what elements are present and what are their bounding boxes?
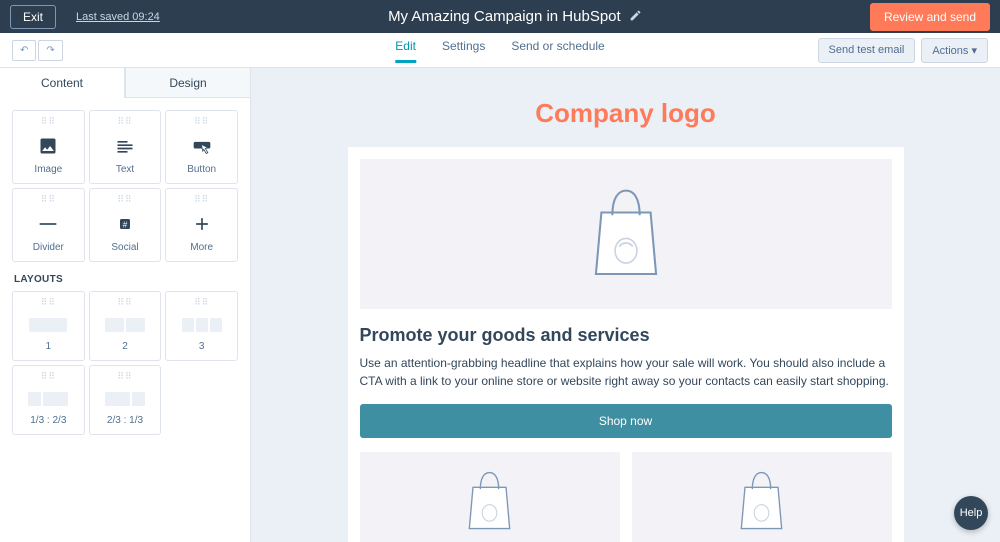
layout-label: 1 <box>46 341 52 352</box>
email-preview: Company logo Promote your goods and serv… <box>348 98 904 542</box>
image-placeholder-right[interactable] <box>632 452 892 542</box>
undo-redo-group: ↶ ↷ <box>12 40 63 61</box>
exit-button[interactable]: Exit <box>10 5 56 29</box>
drag-handle-icon: ⠿⠿ <box>194 194 209 205</box>
layout-preview <box>105 382 145 415</box>
review-send-button[interactable]: Review and send <box>870 3 990 31</box>
block-divider[interactable]: ⠿⠿ Divider <box>12 188 85 262</box>
drag-handle-icon: ⠿⠿ <box>41 297 56 308</box>
right-actions: Send test email Actions ▾ <box>818 38 988 63</box>
campaign-title: My Amazing Campaign in HubSpot <box>388 8 621 25</box>
layout-block-3[interactable]: ⠿⠿ 3 <box>165 291 238 361</box>
layouts-heading: LAYOUTS <box>14 274 238 285</box>
layout-block-2-3---1-3[interactable]: ⠿⠿ 2/3 : 1/3 <box>89 365 162 435</box>
drag-handle-icon: ⠿⠿ <box>41 371 56 382</box>
block-image[interactable]: ⠿⠿ Image <box>12 110 85 184</box>
tab-edit[interactable]: Edit <box>395 39 416 63</box>
shopping-bag-icon <box>734 466 789 539</box>
drag-handle-icon: ⠿⠿ <box>117 194 132 205</box>
block-label: Divider <box>33 242 64 253</box>
block-label: More <box>190 242 213 253</box>
divider-icon <box>37 205 59 242</box>
layouts-grid: ⠿⠿ 1 ⠿⠿ 2 ⠿⠿ 3 ⠿⠿ 1/3 : 2/3 ⠿⠿ 2/3 : 1/3 <box>12 291 238 435</box>
help-button[interactable]: Help <box>954 496 988 530</box>
sidebar-panel: ⠿⠿ Image ⠿⠿ Text ⠿⠿ Button ⠿⠿ Di <box>0 98 250 447</box>
block-label: Image <box>34 164 62 175</box>
canvas[interactable]: Company logo Promote your goods and serv… <box>251 68 1000 542</box>
drag-handle-icon: ⠿⠿ <box>41 116 56 127</box>
button-icon <box>191 127 213 164</box>
layout-label: 1/3 : 2/3 <box>30 415 66 426</box>
sidebar-tab-design[interactable]: Design <box>125 68 250 98</box>
tab-send-schedule[interactable]: Send or schedule <box>511 39 604 61</box>
layout-preview <box>29 308 67 341</box>
layout-label: 2 <box>122 341 128 352</box>
email-heading[interactable]: Promote your goods and services <box>360 325 892 346</box>
sidebar-tabs: Content Design <box>0 68 250 98</box>
cta-button[interactable]: Shop now <box>360 404 892 438</box>
layout-block-1-3---2-3[interactable]: ⠿⠿ 1/3 : 2/3 <box>12 365 85 435</box>
shopping-bag-icon <box>585 183 667 286</box>
company-logo-text[interactable]: Company logo <box>348 98 904 129</box>
drag-handle-icon: ⠿⠿ <box>194 116 209 127</box>
two-column-images <box>360 452 892 542</box>
sidebar: Content Design ⠿⠿ Image ⠿⠿ Text ⠿⠿ But <box>0 68 251 542</box>
email-body: Promote your goods and services Use an a… <box>348 147 904 542</box>
svg-text:#: # <box>123 219 128 229</box>
edit-title-icon[interactable] <box>629 9 642 25</box>
social-icon: # <box>114 205 136 242</box>
drag-handle-icon: ⠿⠿ <box>117 297 132 308</box>
layout-preview <box>28 382 68 415</box>
sidebar-tab-content[interactable]: Content <box>0 68 125 98</box>
layout-label: 3 <box>199 341 205 352</box>
plus-icon <box>191 205 213 242</box>
block-button[interactable]: ⠿⠿ Button <box>165 110 238 184</box>
redo-button[interactable]: ↷ <box>38 40 62 61</box>
image-icon <box>37 127 59 164</box>
image-placeholder-left[interactable] <box>360 452 620 542</box>
shopping-bag-icon <box>462 466 517 539</box>
block-label: Social <box>111 242 138 253</box>
last-saved-link[interactable]: Last saved 09:24 <box>76 11 160 23</box>
block-label: Button <box>187 164 216 175</box>
main-area: Content Design ⠿⠿ Image ⠿⠿ Text ⠿⠿ But <box>0 68 1000 542</box>
actions-dropdown[interactable]: Actions ▾ <box>921 38 988 63</box>
drag-handle-icon: ⠿⠿ <box>194 297 209 308</box>
block-more[interactable]: ⠿⠿ More <box>165 188 238 262</box>
block-social[interactable]: ⠿⠿ # Social <box>89 188 162 262</box>
layout-block-1[interactable]: ⠿⠿ 1 <box>12 291 85 361</box>
tab-settings[interactable]: Settings <box>442 39 485 61</box>
layout-preview <box>105 308 145 341</box>
drag-handle-icon: ⠿⠿ <box>41 194 56 205</box>
text-icon <box>114 127 136 164</box>
layout-block-2[interactable]: ⠿⠿ 2 <box>89 291 162 361</box>
content-blocks: ⠿⠿ Image ⠿⠿ Text ⠿⠿ Button ⠿⠿ Di <box>12 110 238 262</box>
undo-button[interactable]: ↶ <box>12 40 36 61</box>
title-container: My Amazing Campaign in HubSpot <box>160 8 870 25</box>
email-paragraph[interactable]: Use an attention-grabbing headline that … <box>360 354 892 390</box>
layout-preview <box>182 308 222 341</box>
drag-handle-icon: ⠿⠿ <box>117 116 132 127</box>
editor-tabs: Edit Settings Send or schedule <box>395 39 604 61</box>
layout-label: 2/3 : 1/3 <box>107 415 143 426</box>
send-test-button[interactable]: Send test email <box>818 38 916 63</box>
sub-nav: ↶ ↷ Edit Settings Send or schedule Send … <box>0 33 1000 68</box>
app-header: Exit Last saved 09:24 My Amazing Campaig… <box>0 0 1000 33</box>
drag-handle-icon: ⠿⠿ <box>117 371 132 382</box>
block-text[interactable]: ⠿⠿ Text <box>89 110 162 184</box>
block-label: Text <box>116 164 134 175</box>
hero-image-placeholder[interactable] <box>360 159 892 309</box>
